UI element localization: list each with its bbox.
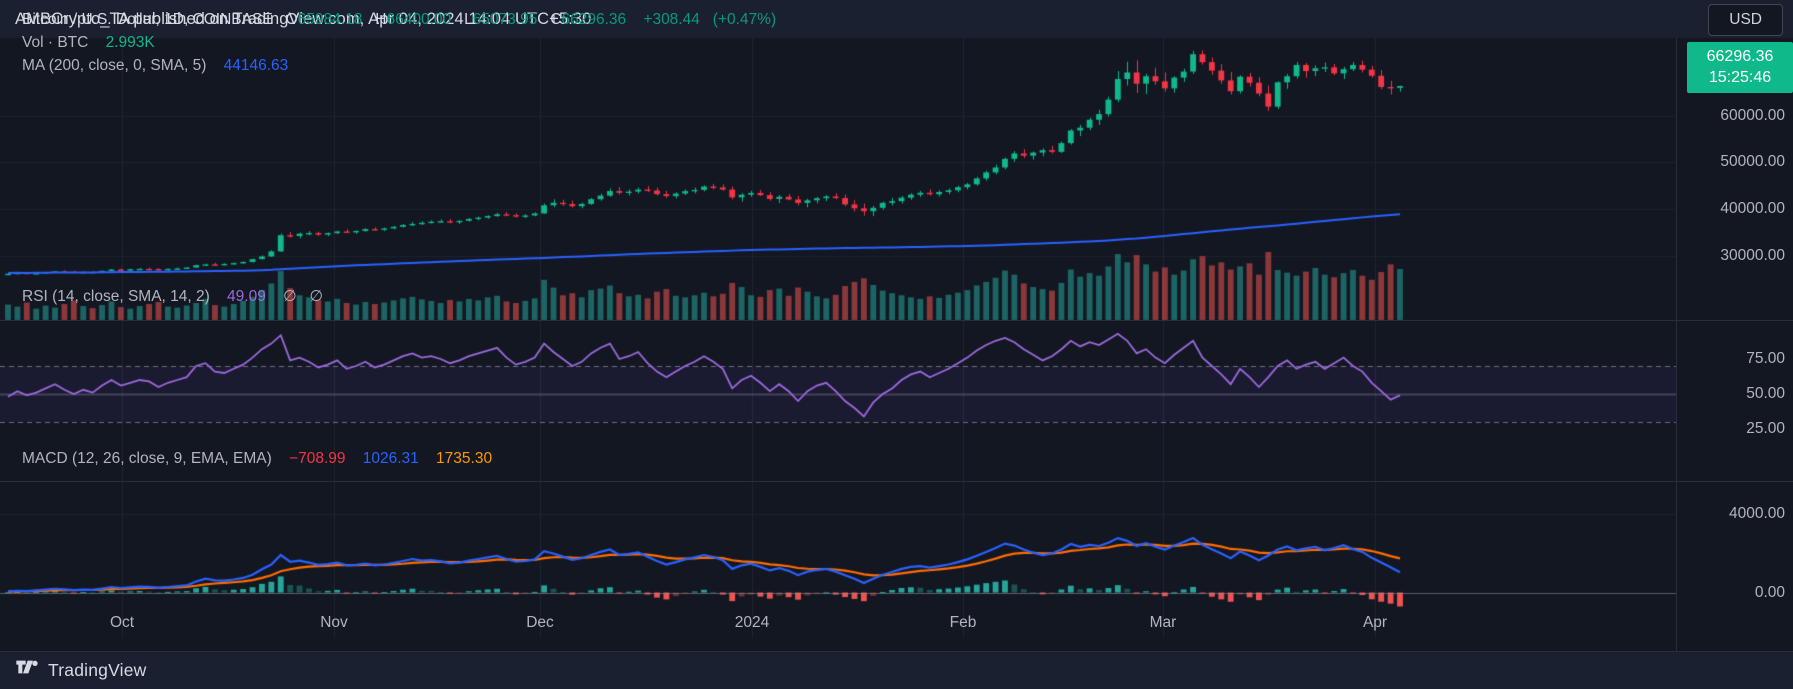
chart-area [0,38,1793,651]
price-tick-0: 60000.00 [1720,106,1785,124]
tradingview-logo-icon [15,656,39,685]
publisher-line: AMBCrypto_TA published on TradingView.co… [15,9,592,28]
time-axis[interactable]: Oct Nov Dec 2024 Feb Mar Apr [0,600,1793,651]
last-price-badge: 66296.36 15:25:46 [1687,42,1793,93]
tradingview-chart-screenshot: AMBCrypto_TA published on TradingView.co… [0,0,1793,689]
price-rsi-pane-divider [0,320,1793,321]
rsi-macd-pane-divider [0,481,1793,482]
macd-tick-1: 0.00 [1754,583,1785,601]
right-price-scale[interactable]: USD 66296.36 15:25:46 60000.00 50000.00 40… [1677,0,1793,613]
last-price-value: 66296.36 [1706,48,1774,65]
chart-canvas[interactable] [0,38,1793,651]
time-tick-dec: Dec [526,614,554,631]
macd-tick-0: 4000.00 [1728,504,1785,522]
time-tick-mar: Mar [1149,614,1177,631]
rsi-tick-2: 25.00 [1746,420,1785,437]
tradingview-brand-text: TradingView [48,660,147,680]
price-tick-1: 50000.00 [1720,153,1785,171]
time-tick-2024: 2024 [734,614,770,631]
time-tick-nov: Nov [320,614,348,631]
last-price-time: 15:25:46 [1708,69,1772,86]
publisher-header-bar: AMBCrypto_TA published on TradingView.co… [0,0,1793,38]
price-tick-3: 30000.00 [1720,246,1785,264]
time-tick-oct: Oct [109,614,135,631]
rsi-tick-1: 50.00 [1746,385,1785,402]
rsi-tick-0: 75.00 [1746,350,1785,367]
tradingview-logo[interactable]: TradingView [0,656,147,685]
footer-bar: TradingView [0,652,1793,689]
price-tick-2: 40000.00 [1720,200,1785,218]
time-tick-apr: Apr [1362,614,1388,631]
time-tick-feb: Feb [949,614,977,631]
currency-badge[interactable]: USD [1708,4,1783,36]
